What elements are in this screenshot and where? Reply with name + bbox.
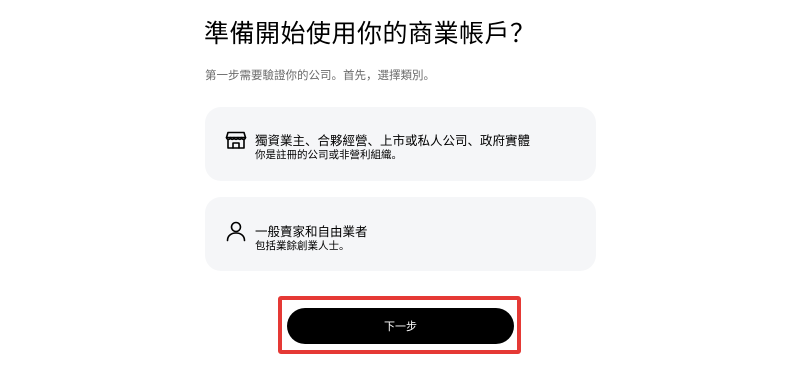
option-description: 包括業餘創業人士。 <box>255 240 350 252</box>
storefront-icon <box>225 129 247 151</box>
page-subtitle: 第一步需要驗證你的公司。首先，選擇類別。 <box>205 68 435 82</box>
next-button[interactable]: 下一步 <box>287 308 514 344</box>
person-icon <box>225 220 247 242</box>
option-card-individual-seller[interactable]: 一般賣家和自由業者 包括業餘創業人士。 <box>205 197 596 271</box>
option-text: 一般賣家和自由業者 包括業餘創業人士。 <box>255 223 368 253</box>
option-text: 獨資業主、合夥經營、上市或私人公司、政府實體 你是註冊的公司或非營利組織。 <box>255 132 530 162</box>
option-title: 一般賣家和自由業者 <box>255 224 368 239</box>
business-account-setup-page: 準備開始使用你的商業帳戶？ 第一步需要驗證你的公司。首先，選擇類別。 獨資業主、… <box>0 0 800 365</box>
option-description: 你是註冊的公司或非營利組織。 <box>255 149 402 161</box>
page-title: 準備開始使用你的商業帳戶？ <box>204 19 536 48</box>
option-card-business-entity[interactable]: 獨資業主、合夥經營、上市或私人公司、政府實體 你是註冊的公司或非營利組織。 <box>205 107 596 181</box>
option-title: 獨資業主、合夥經營、上市或私人公司、政府實體 <box>255 133 531 148</box>
